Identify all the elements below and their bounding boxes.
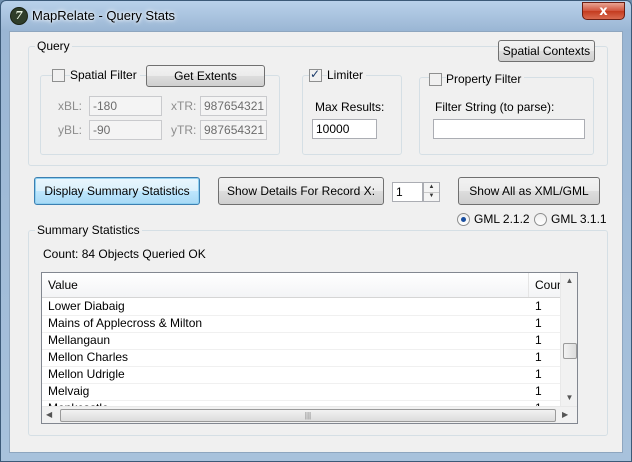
limiter-checkbox[interactable] <box>309 67 322 82</box>
app-icon: 7 <box>10 7 28 25</box>
ybl-label: yBL: <box>58 123 83 137</box>
record-x-spinner[interactable]: ▲ ▼ <box>423 182 440 202</box>
spin-down-icon[interactable]: ▼ <box>424 192 439 201</box>
table-row[interactable]: Melvaig 1 <box>42 383 577 401</box>
max-results-field[interactable]: 10000 <box>312 119 377 139</box>
ytr-label: yTR: <box>171 123 197 137</box>
xtr-field[interactable]: 987654321 <box>200 96 267 116</box>
record-x-field[interactable]: 1 <box>392 182 423 202</box>
show-details-button[interactable]: Show Details For Record X: <box>218 177 384 205</box>
spatial-filter-label: Spatial Filter <box>70 68 140 82</box>
app-window: 7 MapRelate - Query Stats x Query Spatia… <box>0 0 632 462</box>
row-count: 1 <box>535 316 542 330</box>
limiter-label: Limiter <box>327 68 367 82</box>
row-value: Mellangaun <box>48 333 111 347</box>
ybl-field[interactable]: -90 <box>89 120 162 140</box>
get-extents-button[interactable]: Get Extents <box>146 65 265 87</box>
gml311-radio[interactable] <box>534 213 547 226</box>
close-button[interactable]: x <box>582 2 625 20</box>
ytr-field[interactable]: 987654321 <box>200 120 267 140</box>
table-row[interactable]: Mellon Udrigle 1 <box>42 366 577 384</box>
show-all-xml-button[interactable]: Show All as XML/GML <box>458 177 600 205</box>
property-filter-label: Property Filter <box>446 72 525 86</box>
limiter-group <box>302 75 402 155</box>
summary-group-label: Summary Statistics <box>35 223 142 237</box>
row-count: 1 <box>535 367 542 381</box>
spatial-filter-checkbox[interactable] <box>52 69 65 82</box>
property-filter-group <box>419 77 594 155</box>
row-value: Mellon Udrigle <box>48 367 125 381</box>
row-value: Lower Diabaig <box>48 299 125 313</box>
vertical-scrollbar[interactable]: ▲ ▼ <box>560 273 577 406</box>
scroll-left-icon[interactable]: ◀ <box>46 410 52 419</box>
table-row[interactable]: Lower Diabaig 1 <box>42 298 577 316</box>
gml311-label: GML 3.1.1 <box>551 212 607 226</box>
filter-string-label: Filter String (to parse): <box>435 100 555 114</box>
row-count: 1 <box>535 299 542 313</box>
scroll-thumb[interactable] <box>563 343 577 359</box>
xtr-label: xTR: <box>171 99 197 113</box>
hscroll-thumb[interactable]: ||| <box>60 409 556 422</box>
list-header: Value Count <box>42 273 577 298</box>
row-count: 1 <box>535 350 542 364</box>
query-group-label: Query <box>35 39 72 53</box>
scroll-right-icon[interactable]: ▶ <box>562 410 568 419</box>
max-results-label: Max Results: <box>315 100 385 114</box>
row-count: 1 <box>535 333 542 347</box>
gml212-label: GML 2.1.2 <box>474 212 530 226</box>
client-area: Query Spatial Contexts Spatial Filter Ge… <box>9 31 623 453</box>
display-summary-button[interactable]: Display Summary Statistics <box>34 177 200 205</box>
property-filter-checkbox[interactable] <box>429 73 442 86</box>
scroll-down-icon[interactable]: ▼ <box>561 393 577 402</box>
xbl-label: xBL: <box>58 99 83 113</box>
gml212-radio[interactable] <box>457 213 470 226</box>
row-value: Mellon Charles <box>48 350 129 364</box>
horizontal-scrollbar[interactable]: ◀ ||| ▶ <box>42 406 577 423</box>
table-row[interactable]: Mains of Applecross & Milton 1 <box>42 315 577 333</box>
summary-list[interactable]: Value Count Lower Diabaig 1 Mains of App… <box>41 272 578 424</box>
row-count: 1 <box>535 384 542 398</box>
scroll-up-icon[interactable]: ▲ <box>561 276 577 285</box>
xbl-field[interactable]: -180 <box>89 96 162 116</box>
table-row[interactable]: Mellon Charles 1 <box>42 349 577 367</box>
spatial-contexts-button[interactable]: Spatial Contexts <box>498 40 595 62</box>
title-bar[interactable]: 7 MapRelate - Query Stats x <box>1 1 631 31</box>
count-text: Count: 84 Objects Queried OK <box>43 247 206 261</box>
window-title: MapRelate - Query Stats <box>32 8 176 23</box>
row-value: Mains of Applecross & Milton <box>48 316 203 330</box>
column-header-value[interactable]: Value <box>42 273 529 297</box>
filter-string-field[interactable] <box>433 119 585 139</box>
table-row[interactable]: Mellangaun 1 <box>42 332 577 350</box>
row-value: Melvaig <box>48 384 90 398</box>
